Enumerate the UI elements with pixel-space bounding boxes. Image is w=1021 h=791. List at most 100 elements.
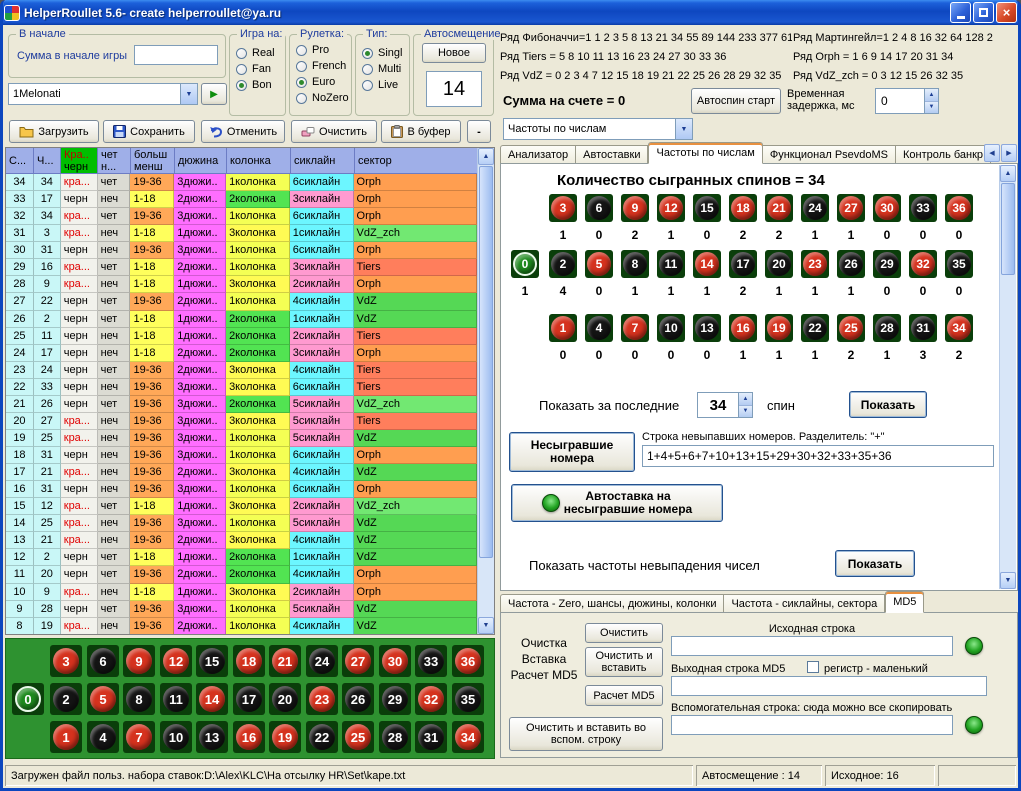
md5-clear-paste-button[interactable]: Очистить и вставить (585, 647, 663, 677)
radio-option-real[interactable]: Real (236, 47, 283, 59)
start-sum-input[interactable] (134, 45, 218, 65)
table-row[interactable]: 2233черннеч19-363дюжи..3колонка6сиклайнT… (6, 379, 477, 396)
number-tile-26[interactable]: 26 (342, 683, 374, 715)
radio-option-french[interactable]: French (296, 60, 349, 72)
number-tile-15[interactable]: 15 (693, 194, 721, 222)
table-row[interactable]: 1925кра...неч19-363дюжи..1колонка5сиклай… (6, 430, 477, 447)
autobet-missed-button[interactable]: Автоставка нанесыгравшие номера (511, 484, 723, 522)
copy-buffer-button[interactable]: В буфер (381, 120, 461, 143)
number-tile-13[interactable]: 13 (693, 314, 721, 342)
scroll-thumb[interactable] (479, 166, 493, 558)
number-tile-20[interactable]: 20 (269, 683, 301, 715)
tab-freq-chances[interactable]: Частота - Zero, шансы, дюжины, колонки (500, 594, 724, 613)
number-tile-30[interactable]: 30 (379, 645, 411, 677)
number-tile-8[interactable]: 8 (621, 250, 649, 278)
radio-option-singl[interactable]: Singl (362, 47, 407, 59)
dropdown-arrow-icon[interactable]: ▼ (675, 119, 692, 139)
number-tile-16[interactable]: 16 (233, 721, 265, 753)
tab-freq-sixlines[interactable]: Частота - сиклайны, сектора (724, 594, 885, 613)
number-tile-5[interactable]: 5 (87, 683, 119, 715)
number-tile-9[interactable]: 9 (123, 645, 155, 677)
number-tile-3[interactable]: 3 (549, 194, 577, 222)
table-row[interactable]: 3434кра...чет19-363дюжи..1колонка6сиклай… (6, 174, 477, 191)
scroll-up-button[interactable]: ▲ (1000, 165, 1016, 182)
autospin-start-button[interactable]: Автоспин старт (691, 88, 781, 114)
table-row[interactable]: 3031черннеч19-363дюжи..1колонка6сиклайнO… (6, 242, 477, 259)
tab-analyzer[interactable]: Анализатор (500, 145, 576, 164)
number-tile-13[interactable]: 13 (196, 721, 228, 753)
radio-option-multi[interactable]: Multi (362, 63, 407, 75)
table-row[interactable]: 1120чернчет19-362дюжи..2колонка4сиклайнO… (6, 566, 477, 583)
md5-aux-input[interactable] (671, 715, 953, 735)
number-tile-4[interactable]: 4 (585, 314, 613, 342)
missed-string-input[interactable] (642, 445, 994, 467)
table-row[interactable]: 109кра...неч1-181дюжи..3колонка2сиклайнO… (6, 584, 477, 601)
number-tile-1[interactable]: 1 (50, 721, 82, 753)
table-row[interactable]: 2417черннеч1-182дюжи..2колонка3сиклайнOr… (6, 345, 477, 362)
scroll-thumb[interactable] (1001, 183, 1015, 275)
number-tile-5[interactable]: 5 (585, 250, 613, 278)
number-tile-7[interactable]: 7 (621, 314, 649, 342)
play-button[interactable]: ▶ (201, 83, 227, 105)
number-tile-2[interactable]: 2 (50, 683, 82, 715)
number-tile-29[interactable]: 29 (379, 683, 411, 715)
dropdown-arrow-icon[interactable]: ▼ (180, 84, 197, 104)
radio-option-pro[interactable]: Pro (296, 44, 349, 56)
number-tile-9[interactable]: 9 (621, 194, 649, 222)
number-tile-30[interactable]: 30 (873, 194, 901, 222)
md5-output-input[interactable] (671, 676, 987, 696)
spin-up-button[interactable]: ▲ (925, 89, 938, 102)
number-tile-28[interactable]: 28 (873, 314, 901, 342)
clear-button[interactable]: Очистить (291, 120, 377, 143)
number-tile-18[interactable]: 18 (729, 194, 757, 222)
table-row[interactable]: 2027кра...неч19-363дюжи..3колонка5сиклай… (6, 413, 477, 430)
number-tile-18[interactable]: 18 (233, 645, 265, 677)
radio-option-nozero[interactable]: NoZero (296, 92, 349, 104)
md5-source-input[interactable] (671, 636, 953, 656)
tab-frequencies[interactable]: Частоты по числам (648, 142, 762, 164)
minimize-button[interactable] (950, 2, 971, 23)
spin-down-button[interactable]: ▼ (925, 102, 938, 114)
radio-option-live[interactable]: Live (362, 79, 407, 91)
number-tile-27[interactable]: 27 (342, 645, 374, 677)
number-tile-14[interactable]: 14 (196, 683, 228, 715)
number-tile-22[interactable]: 22 (306, 721, 338, 753)
radio-option-euro[interactable]: Euro (296, 76, 349, 88)
missed-numbers-button[interactable]: Несыгравшиеномера (509, 432, 635, 472)
save-button[interactable]: Сохранить (103, 120, 195, 143)
green-wheel-button[interactable] (965, 637, 983, 655)
number-tile-17[interactable]: 17 (729, 250, 757, 278)
number-tile-31[interactable]: 31 (909, 314, 937, 342)
number-tile-6[interactable]: 6 (585, 194, 613, 222)
close-button[interactable]: × (996, 2, 1017, 23)
table-row[interactable]: 2126чернчет19-363дюжи..2колонка5сиклайнV… (6, 396, 477, 413)
number-tile-19[interactable]: 19 (765, 314, 793, 342)
number-tile-34[interactable]: 34 (945, 314, 973, 342)
number-tile-26[interactable]: 26 (837, 250, 865, 278)
number-tile-8[interactable]: 8 (123, 683, 155, 715)
number-tile-27[interactable]: 27 (837, 194, 865, 222)
tab-autobets[interactable]: Автоставки (576, 145, 648, 164)
table-row[interactable]: 122чернчет1-181дюжи..2колонка1сиклайнVdZ (6, 549, 477, 566)
spin-up-button[interactable]: ▲ (739, 393, 752, 406)
table-row[interactable]: 1425кра...неч19-363дюжи..1колонка5сиклай… (6, 515, 477, 532)
number-tile-17[interactable]: 17 (233, 683, 265, 715)
mode-select[interactable]: Частоты по числам ▼ (503, 118, 693, 140)
number-tile-3[interactable]: 3 (50, 645, 82, 677)
number-tile-21[interactable]: 21 (269, 645, 301, 677)
table-row[interactable]: 1631черннеч19-363дюжи..1колонка6сиклайнO… (6, 481, 477, 498)
table-row[interactable]: 2324чернчет19-362дюжи..3колонка4сиклайнT… (6, 362, 477, 379)
number-tile-19[interactable]: 19 (269, 721, 301, 753)
number-tile-28[interactable]: 28 (379, 721, 411, 753)
number-tile-20[interactable]: 20 (765, 250, 793, 278)
radio-option-bon[interactable]: Bon (236, 79, 283, 91)
show-last-button[interactable]: Показать (849, 391, 927, 418)
minus-button[interactable]: - (467, 120, 491, 143)
number-tile-24[interactable]: 24 (801, 194, 829, 222)
number-tile-35[interactable]: 35 (452, 683, 484, 715)
number-tile-16[interactable]: 16 (729, 314, 757, 342)
number-tile-0[interactable]: 0 (12, 683, 44, 715)
new-shift-button[interactable]: Новое (422, 43, 486, 63)
number-tile-35[interactable]: 35 (945, 250, 973, 278)
tab-md5[interactable]: MD5 (885, 591, 924, 613)
